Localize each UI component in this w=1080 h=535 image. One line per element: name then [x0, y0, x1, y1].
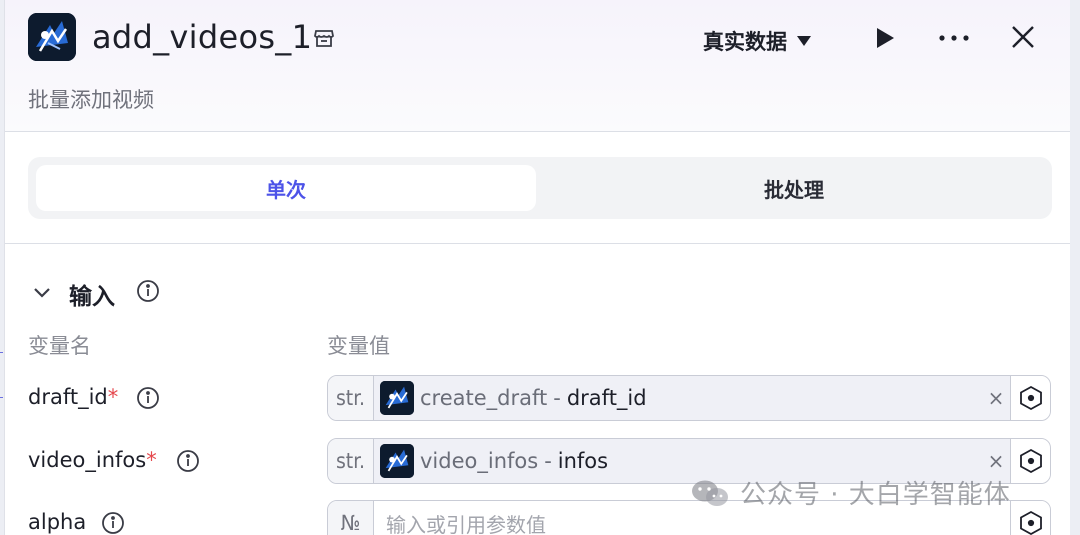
watermark-text: 公众号 · 大白学智能体 — [740, 480, 1011, 510]
param-label: alpha — [28, 510, 87, 534]
info-icon[interactable] — [136, 386, 160, 410]
run-button[interactable] — [873, 25, 897, 51]
param-label: draft_id — [28, 385, 108, 409]
node-title: add_videos_1 — [92, 18, 313, 56]
param-label: video_infos — [28, 448, 147, 472]
required-mark: * — [107, 385, 119, 409]
close-icon[interactable] — [1010, 24, 1036, 50]
chevron-down-icon[interactable] — [31, 281, 53, 303]
ref-var-name: draft_id — [566, 386, 647, 410]
node-config-panel: add_videos_1 批量添加视频 真实数据 单次 批处理 输入 变量名 变… — [4, 0, 1070, 535]
data-mode-dropdown[interactable]: 真实数据 — [703, 27, 811, 55]
info-icon[interactable] — [136, 279, 160, 303]
store-icon[interactable] — [313, 27, 335, 49]
variable-ref-icon[interactable] — [1010, 439, 1050, 483]
node-description: 批量添加视频 — [28, 88, 154, 112]
edge-mark — [0, 397, 3, 398]
param-name-video-infos: video_infos* — [28, 448, 157, 472]
data-mode-label: 真实数据 — [703, 30, 787, 54]
info-icon[interactable] — [101, 511, 125, 535]
variable-ref-icon[interactable] — [1010, 501, 1050, 535]
plugin-logo-icon — [28, 13, 76, 61]
type-tag: str. — [328, 376, 374, 420]
info-icon[interactable] — [176, 449, 200, 473]
variable-ref-icon[interactable] — [1010, 376, 1050, 420]
ref-separator: - — [553, 386, 561, 410]
type-tag: str. — [328, 439, 374, 483]
draft-id-field[interactable]: str. create_draft - draft_id × — [327, 375, 1051, 421]
watermark: 公众号 · 大白学智能体 — [690, 474, 1011, 511]
wechat-icon — [692, 480, 728, 506]
divider — [5, 243, 1070, 244]
column-header-name: 变量名 — [28, 334, 91, 358]
tab-single[interactable]: 单次 — [36, 165, 536, 211]
mode-segmented-control: 单次 批处理 — [28, 157, 1052, 219]
reference-chip[interactable]: create_draft - draft_id — [374, 376, 982, 420]
tab-batch[interactable]: 批处理 — [544, 165, 1044, 211]
ref-var-name: infos — [557, 449, 609, 473]
ref-separator: - — [544, 449, 552, 473]
plugin-logo-icon — [380, 381, 414, 415]
clear-icon[interactable]: × — [982, 376, 1010, 420]
ref-node-name: create_draft — [420, 386, 548, 410]
required-mark: * — [146, 448, 157, 472]
more-options-icon[interactable] — [937, 28, 971, 48]
ref-node-name: video_infos — [420, 449, 539, 473]
input-section-title: 输入 — [69, 284, 115, 310]
param-name-draft-id: draft_id* — [28, 385, 118, 409]
type-tag: № — [328, 501, 374, 535]
plugin-logo-icon — [380, 444, 414, 478]
edge-mark — [0, 352, 3, 353]
param-name-alpha: alpha — [28, 510, 86, 534]
caret-down-icon — [797, 36, 811, 46]
column-header-value: 变量值 — [327, 334, 390, 358]
